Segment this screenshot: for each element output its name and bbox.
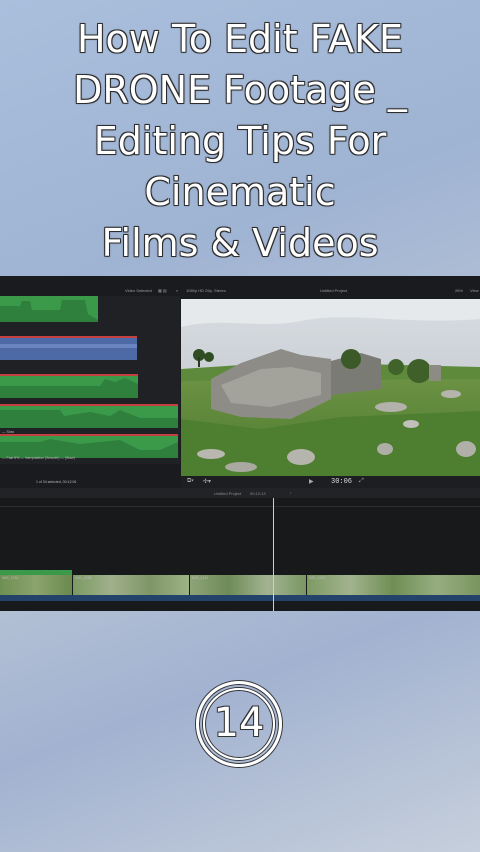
title-line-2: DRONE Footage _ bbox=[73, 68, 407, 112]
title-line-5: Films & Videos bbox=[101, 221, 379, 265]
clip-retime-label: — Fast 5% — Interpolation (Smooth) — (Sl… bbox=[2, 456, 75, 460]
project-title: Untitled Project bbox=[320, 288, 348, 293]
video-title: How To Edit FAKE DRONE Footage _ Editing… bbox=[0, 14, 480, 269]
playhead[interactable] bbox=[273, 498, 274, 611]
primary-storyline[interactable]: IMG_1234 IMG_1238 IMG_1241 IMG_1250 bbox=[0, 575, 480, 595]
clip-audio-3[interactable] bbox=[0, 374, 138, 398]
title-line-4: Cinematic bbox=[144, 170, 336, 214]
episode-number-badge: 14 bbox=[196, 681, 282, 767]
title-line-1: How To Edit FAKE bbox=[76, 17, 404, 61]
landscape-preview bbox=[181, 299, 480, 476]
video-editor-screenshot: Video Selected ▦ ▤ ⌕ 1080p HD 25p, Stere… bbox=[0, 276, 480, 611]
video-selected-label: Video Selected bbox=[125, 288, 152, 293]
forward-icon[interactable]: › bbox=[290, 490, 291, 495]
effects-icon[interactable]: ✣▾ bbox=[203, 478, 211, 485]
timeline-header: Untitled Project 00:12:13 › bbox=[0, 488, 480, 498]
search-icon[interactable]: ⌕ bbox=[176, 288, 178, 293]
clip-name: IMG_1250 bbox=[309, 576, 326, 580]
viewer-timecode: 30:06 bbox=[331, 478, 353, 486]
clip-name: IMG_1241 bbox=[192, 576, 209, 580]
clip-audio-1[interactable] bbox=[0, 296, 98, 322]
view-menu[interactable]: View bbox=[470, 288, 479, 293]
badge-number: 14 bbox=[213, 700, 265, 746]
timeline-clip[interactable]: IMG_1238 bbox=[73, 575, 189, 595]
timeline-duration: 00:12:13 bbox=[250, 491, 266, 496]
selection-status: 1 of 34 selected, 00:12:06 bbox=[36, 480, 77, 484]
timeline-clip[interactable]: IMG_1234 bbox=[0, 575, 72, 595]
timeline-clip[interactable]: IMG_1250 bbox=[307, 575, 480, 595]
waveform bbox=[0, 300, 98, 322]
clip-audio-5[interactable] bbox=[0, 434, 178, 458]
waveform bbox=[0, 344, 137, 348]
waveform bbox=[0, 378, 138, 398]
viewer-controls: ⧉▾ ✣▾ ▶ 30:06 ⤢ bbox=[181, 476, 480, 488]
clip-audio-track[interactable] bbox=[0, 595, 480, 601]
crop-icon[interactable]: ⧉▾ bbox=[187, 478, 194, 485]
format-label: 1080p HD 25p, Stereo bbox=[186, 288, 226, 293]
waveform bbox=[0, 439, 178, 458]
clip-audio-2[interactable] bbox=[0, 336, 137, 360]
play-icon[interactable]: ▶ bbox=[309, 478, 314, 485]
grid-icon[interactable]: ▦ ▤ bbox=[158, 288, 167, 293]
clip-name: IMG_1238 bbox=[75, 576, 92, 580]
clip-name: IMG_1234 bbox=[2, 576, 19, 580]
timeline-clip[interactable]: IMG_1241 bbox=[190, 575, 306, 595]
editor-toolbar: Video Selected ▦ ▤ ⌕ 1080p HD 25p, Stere… bbox=[0, 284, 480, 296]
video-viewer bbox=[181, 299, 480, 476]
timeline-ruler[interactable] bbox=[0, 498, 480, 507]
fullscreen-icon[interactable]: ⤢ bbox=[359, 478, 364, 485]
waveform bbox=[0, 410, 178, 428]
title-line-3: Editing Tips For bbox=[93, 119, 387, 163]
zoom-level[interactable]: 26% bbox=[455, 288, 463, 293]
timeline-project-name: Untitled Project bbox=[214, 491, 242, 496]
timeline[interactable]: IMG_1234 IMG_1238 IMG_1241 IMG_1250 bbox=[0, 498, 480, 611]
clip-browser: — Slow — Fast 5% — Interpolation (Smooth… bbox=[0, 296, 180, 464]
clip-audio-4[interactable] bbox=[0, 404, 178, 428]
